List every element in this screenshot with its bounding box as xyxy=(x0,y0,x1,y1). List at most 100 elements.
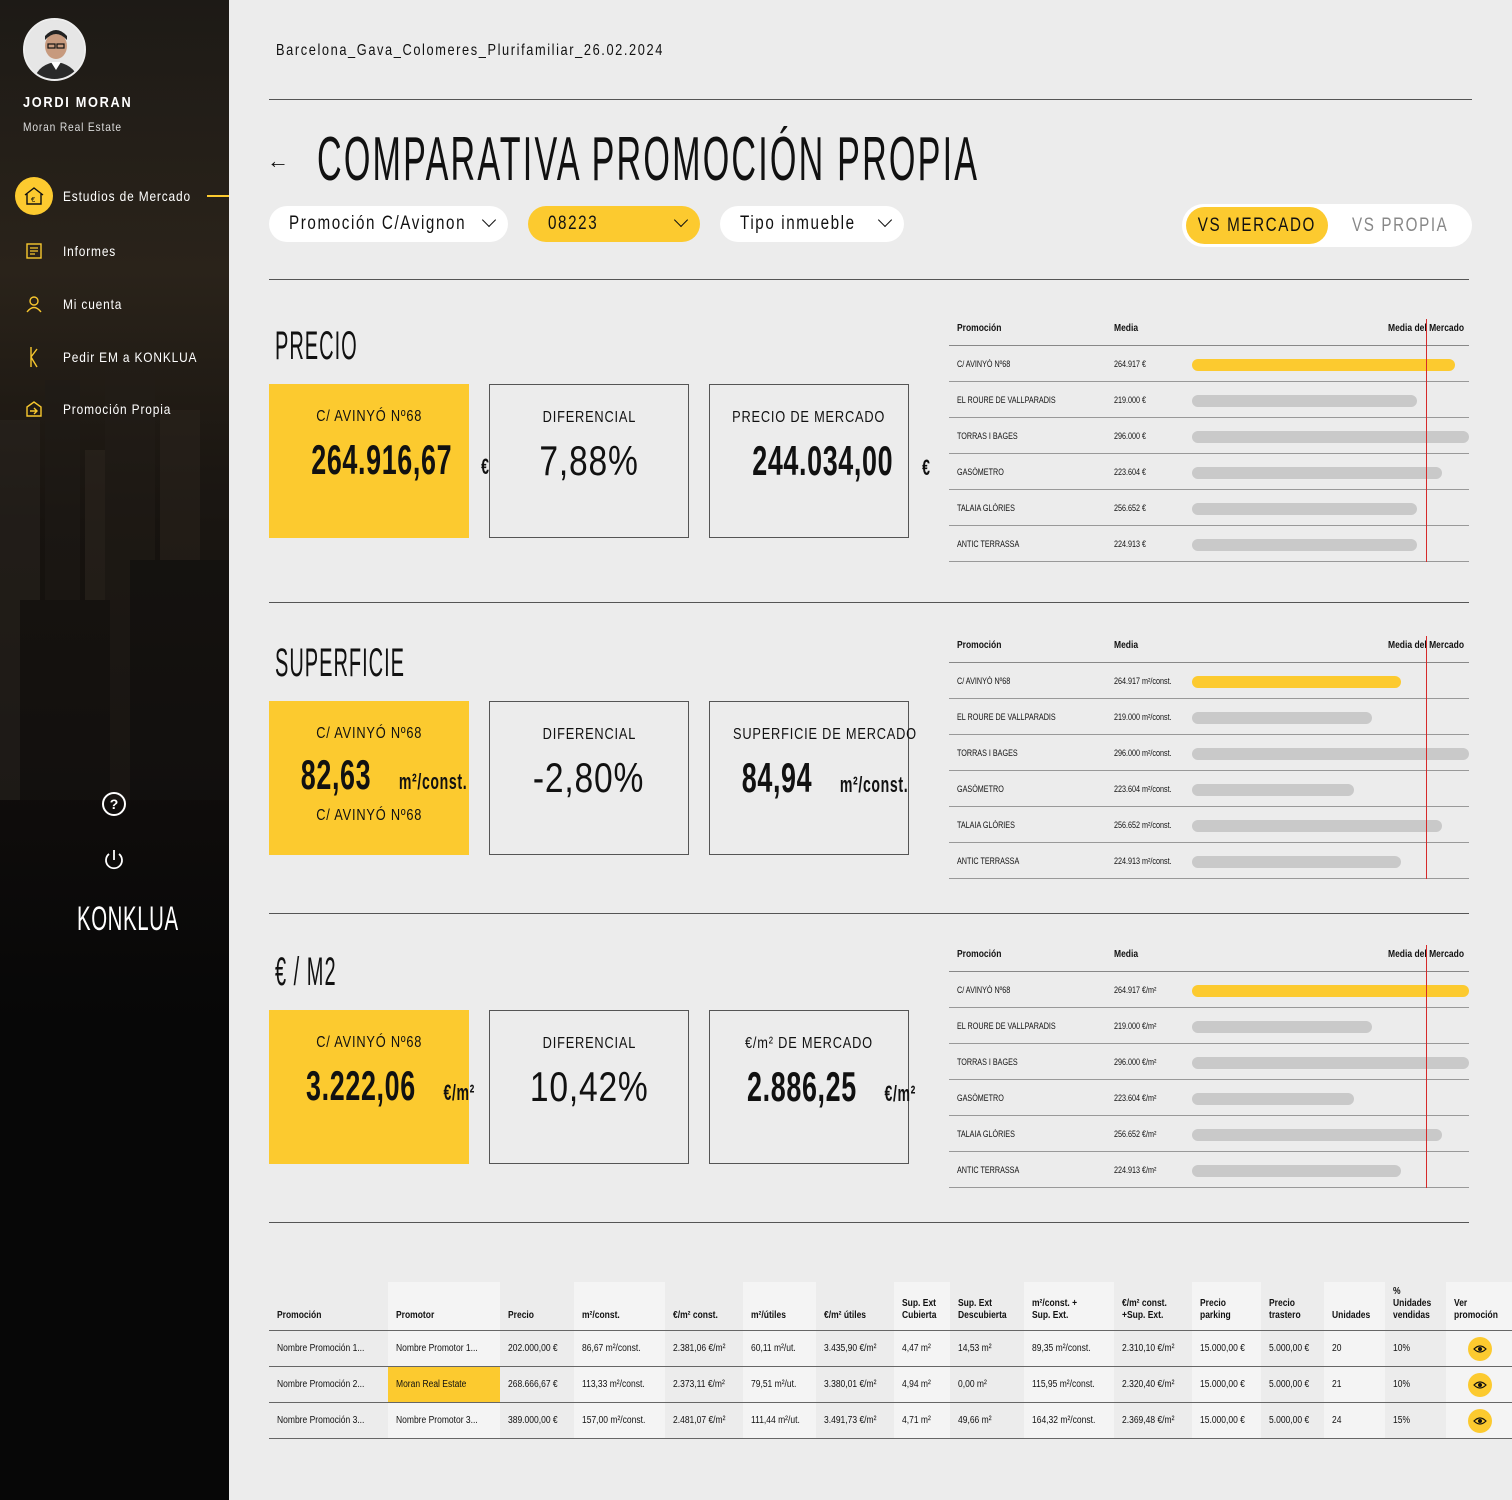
nav-item-promocion-propia[interactable]: Promoción Propia xyxy=(0,389,229,429)
user-company: Moran Real Estate xyxy=(23,120,122,134)
card-label: C/ AVINYÓ Nº68 xyxy=(315,408,422,425)
column-header[interactable]: m²/útiles xyxy=(742,1282,817,1331)
table-cell: 20 xyxy=(1323,1330,1385,1367)
bar-table-row: TALAIA GLÒRIES 256.652 € xyxy=(949,490,1469,526)
avatar[interactable] xyxy=(23,18,86,81)
own-value-bar xyxy=(1192,359,1455,371)
promotion-select[interactable]: Promoción C/Avignon xyxy=(269,206,508,242)
eye-icon[interactable] xyxy=(1467,1336,1492,1361)
value-bar xyxy=(1192,431,1469,443)
eye-icon[interactable] xyxy=(1467,1372,1492,1397)
promotion-average: 223.604 € xyxy=(1114,467,1147,477)
table-cell: 111,44 m²/ut. xyxy=(742,1402,817,1439)
value-bar xyxy=(1192,503,1417,515)
bar-table-row: EL ROURE DE VALLPARADIS 219.000 €/m² xyxy=(949,1008,1469,1044)
nav-item-estudios-de-mercado[interactable]: € Estudios de Mercado xyxy=(0,176,229,216)
bar-table-header: Promoción Media Media del Mercado xyxy=(949,319,1469,346)
promotion-select-value: Promoción C/Avignon xyxy=(289,213,467,234)
column-header[interactable]: Sup. Ext Descubierta xyxy=(950,1282,1024,1331)
promotion-name: TALAIA GLÒRIES xyxy=(957,820,1015,830)
user-icon xyxy=(22,292,46,316)
column-header[interactable]: Promotor xyxy=(387,1282,500,1331)
column-header[interactable]: €/m² const. xyxy=(664,1282,743,1331)
table-cell: 49,66 m² xyxy=(950,1402,1024,1439)
table-cell: 10% xyxy=(1384,1330,1446,1367)
column-header[interactable]: Precio parking xyxy=(1191,1282,1261,1331)
table-cell: 3.435,90 €/m² xyxy=(816,1330,894,1367)
active-indicator xyxy=(207,195,229,197)
value-bar xyxy=(1192,395,1417,407)
back-arrow-icon[interactable]: ← xyxy=(267,148,289,174)
card-label: PRECIO DE MERCADO xyxy=(732,409,886,426)
table-cell: 15.000,00 € xyxy=(1191,1330,1261,1367)
column-header[interactable]: Precio xyxy=(499,1282,575,1331)
column-header[interactable]: m²/const. + Sup. Ext. xyxy=(1023,1282,1115,1331)
card-unit: € xyxy=(921,455,931,480)
table-cell: 86,67 m²/const. xyxy=(574,1330,665,1367)
table-cell: 2.481,07 €/m² xyxy=(664,1402,743,1439)
nav-item-pedir-em[interactable]: Pedir EM a KONKLUA xyxy=(0,337,229,377)
divider xyxy=(269,279,1469,280)
postal-code-select[interactable]: 08223 xyxy=(528,206,700,242)
promotion-average: 223.604 m²/const. xyxy=(1114,784,1172,794)
postal-code-select-value: 08223 xyxy=(548,213,599,234)
promotion-average: 256.652 m²/const. xyxy=(1114,820,1172,830)
toggle-vs-propia[interactable]: VS PROPIA xyxy=(1332,207,1468,244)
promotion-name: EL ROURE DE VALLPARADIS xyxy=(957,712,1056,722)
column-header[interactable]: €/m² const. +Sup. Ext. xyxy=(1114,1282,1192,1331)
own-promotion-icon xyxy=(22,397,46,421)
nav-item-informes[interactable]: Informes xyxy=(0,231,229,271)
column-header[interactable]: Promoción xyxy=(269,1282,388,1331)
market-average-line xyxy=(1426,319,1427,562)
own-value-bar xyxy=(1192,985,1469,997)
promotion-name: C/ AVINYÓ Nº68 xyxy=(957,676,1011,686)
promotion-name: ANTIC TERRASSA xyxy=(957,1165,1020,1175)
table-cell: 115,95 m²/const. xyxy=(1023,1366,1115,1403)
promotion-average: 296.000 €/m² xyxy=(1114,1057,1157,1067)
help-icon[interactable]: ? xyxy=(102,792,126,816)
own-value-bar xyxy=(1192,676,1401,688)
bar-table-row: C/ AVINYÓ Nº68 264.917 €/m² xyxy=(949,972,1469,1008)
bar-table-row: TORRAS I BAGES 296.000 € xyxy=(949,418,1469,454)
column-header[interactable]: €/m² útiles xyxy=(816,1282,894,1331)
power-icon[interactable] xyxy=(102,848,126,872)
property-type-select[interactable]: Tipo inmueble xyxy=(720,206,904,242)
card-label: C/ AVINYÓ Nº68 xyxy=(315,1034,422,1051)
table-cell: 202.000,00 € xyxy=(499,1330,575,1367)
bar-table-row: C/ AVINYÓ Nº68 264.917 € xyxy=(949,346,1469,382)
value-bar xyxy=(1192,712,1372,724)
own-value-card: C/ AVINYÓ Nº68 82,63 m²/const. C/ AVINYÓ… xyxy=(269,701,469,855)
value-bar xyxy=(1192,820,1442,832)
column-header[interactable]: % Unidades vendidas xyxy=(1384,1282,1446,1331)
value-bar xyxy=(1192,1021,1372,1033)
card-value: 7,88% xyxy=(539,437,639,484)
promotion-name: TORRAS I BAGES xyxy=(957,1057,1018,1067)
promotion-name: GASÓMETRO xyxy=(957,1093,1004,1103)
table-cell: 4,47 m² xyxy=(893,1330,951,1367)
bar-table-header-name: Promoción xyxy=(957,640,1002,651)
bar-table-row: GASÓMETRO 223.604 m²/const. xyxy=(949,771,1469,807)
section-title-eur-m2: € / M2 xyxy=(275,950,337,994)
column-header[interactable]: m²/const. xyxy=(574,1282,665,1331)
promotion-average: 256.652 €/m² xyxy=(1114,1129,1157,1139)
table-cell: 10% xyxy=(1384,1366,1446,1403)
toggle-vs-mercado[interactable]: VS MERCADO xyxy=(1186,207,1328,244)
column-header[interactable]: Sup. Ext Cubierta xyxy=(893,1282,951,1331)
card-value: 10,42% xyxy=(529,1063,649,1110)
nav-item-mi-cuenta[interactable]: Mi cuenta xyxy=(0,284,229,324)
column-header[interactable]: Precio trastero xyxy=(1260,1282,1324,1331)
card-value: -2,80% xyxy=(533,754,645,801)
chevron-down-icon xyxy=(877,212,893,228)
promotion-name: C/ AVINYÓ Nº68 xyxy=(957,359,1011,369)
column-header[interactable]: Ver promoción xyxy=(1445,1282,1512,1331)
card-label: DIFERENCIAL xyxy=(542,409,636,426)
eye-icon[interactable] xyxy=(1467,1408,1492,1433)
column-header[interactable]: Unidades xyxy=(1323,1282,1385,1331)
bar-table-row: ANTIC TERRASSA 224.913 m²/const. xyxy=(949,843,1469,879)
table-cell: 15.000,00 € xyxy=(1191,1402,1261,1439)
table-cell: 2.310,10 €/m² xyxy=(1114,1330,1192,1367)
nav-label: Pedir EM a KONKLUA xyxy=(63,349,198,365)
card-label: SUPERFICIE DE MERCADO xyxy=(732,726,917,743)
bar-table-header-avg: Media xyxy=(1114,949,1139,960)
card-label: DIFERENCIAL xyxy=(542,726,636,743)
